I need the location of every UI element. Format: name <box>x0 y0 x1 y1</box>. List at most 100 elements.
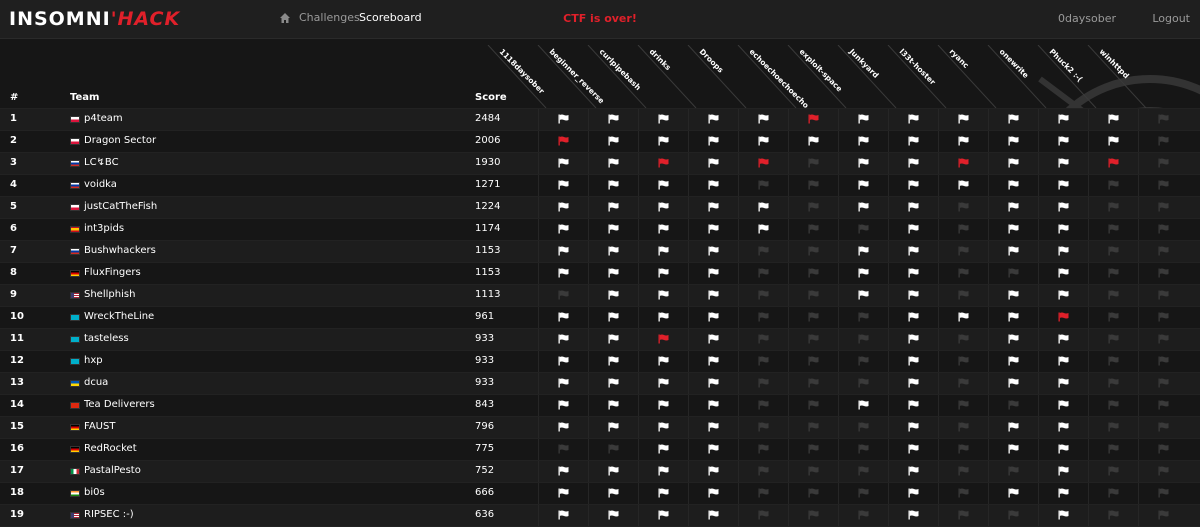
challenge-cell <box>938 483 988 504</box>
challenge-cell <box>988 109 1038 130</box>
solved-flag-icon <box>1058 180 1069 190</box>
team-name-link[interactable]: justCatTheFish <box>84 201 157 212</box>
solved-flag-icon <box>658 356 669 366</box>
unsolved-flag-icon <box>758 180 769 190</box>
team-name-link[interactable]: Bushwhackers <box>84 245 156 256</box>
insomnihack-logo[interactable]: INSOMNI 'HACK <box>9 8 180 30</box>
solved-flag-icon <box>858 114 869 124</box>
unsolved-flag-icon <box>958 444 969 454</box>
unsolved-flag-icon <box>1108 312 1119 322</box>
unsolved-flag-icon <box>1108 422 1119 432</box>
table-row: 5 justCatTheFish 1224 <box>0 196 1200 218</box>
unsolved-flag-icon <box>1108 378 1119 388</box>
team-name-link[interactable]: LC↯BC <box>84 157 119 168</box>
challenge-cell <box>688 307 738 328</box>
challenge-cell <box>738 461 788 482</box>
challenge-cell <box>988 461 1038 482</box>
unsolved-flag-icon <box>958 290 969 300</box>
logout-link[interactable]: Logout <box>1152 12 1190 25</box>
challenge-cell <box>538 153 588 174</box>
solved-flag-icon <box>658 466 669 476</box>
challenge-cell <box>788 131 838 152</box>
team-rank: 13 <box>10 377 24 388</box>
unsolved-flag-icon <box>1108 202 1119 212</box>
team-name-link[interactable]: tasteless <box>84 333 129 344</box>
challenge-cell <box>688 153 738 174</box>
nav-challenges-link[interactable]: Challenges <box>299 11 360 24</box>
team-name-link[interactable]: FluxFingers <box>84 267 141 278</box>
challenge-cell <box>788 461 838 482</box>
unsolved-flag-icon <box>808 290 819 300</box>
challenge-cell <box>688 373 738 394</box>
team-name-link[interactable]: p4team <box>84 113 123 124</box>
challenge-cell <box>1088 373 1138 394</box>
challenge-cell <box>788 175 838 196</box>
challenge-cell <box>638 219 688 240</box>
nav-scoreboard-link[interactable]: Scoreboard <box>359 11 422 24</box>
challenge-cell <box>988 373 1038 394</box>
team-score: 1153 <box>475 245 501 256</box>
challenge-cell <box>1138 417 1188 438</box>
team-name-link[interactable]: Dragon Sector <box>84 135 156 146</box>
challenge-cell <box>838 351 888 372</box>
table-row: 18 bi0s 666 <box>0 482 1200 504</box>
unsolved-flag-icon <box>1158 400 1169 410</box>
challenge-cell <box>1038 153 1088 174</box>
unsolved-flag-icon <box>958 378 969 388</box>
team-name-link[interactable]: RedRocket <box>84 443 137 454</box>
challenge-cell <box>1038 175 1088 196</box>
solved-flag-icon <box>908 136 919 146</box>
unsolved-flag-icon <box>808 202 819 212</box>
challenge-cell <box>838 241 888 262</box>
country-flag-icon <box>70 292 80 299</box>
challenge-cell <box>788 285 838 306</box>
solved-flag-icon <box>908 356 919 366</box>
solved-flag-icon <box>1008 158 1019 168</box>
challenge-cell <box>938 329 988 350</box>
challenge-header-divider <box>887 45 947 108</box>
challenge-cell <box>888 417 938 438</box>
challenge-cell <box>688 461 738 482</box>
unsolved-flag-icon <box>1108 268 1119 278</box>
solved-flag-icon <box>558 488 569 498</box>
team-name-link[interactable]: int3pids <box>84 223 124 234</box>
team-name-link[interactable]: PastalPesto <box>84 465 141 476</box>
team-name-link[interactable]: dcua <box>84 377 108 388</box>
team-name-link[interactable]: Shellphish <box>84 289 135 300</box>
challenge-cell <box>788 417 838 438</box>
solved-flag-icon <box>1058 224 1069 234</box>
table-row: 2 Dragon Sector 2006 <box>0 130 1200 152</box>
solved-flag-icon <box>658 114 669 124</box>
team-name-link[interactable]: Tea Deliverers <box>84 399 155 410</box>
team-name-link[interactable]: hxp <box>84 355 103 366</box>
challenge-cell <box>838 153 888 174</box>
unsolved-flag-icon <box>1108 180 1119 190</box>
team-name-link[interactable]: RIPSEC :-) <box>84 509 134 520</box>
unsolved-flag-icon <box>808 422 819 432</box>
solved-flag-icon <box>958 312 969 322</box>
team-rank: 7 <box>10 245 17 256</box>
home-icon[interactable] <box>279 12 291 24</box>
challenge-cell <box>638 351 688 372</box>
unsolved-flag-icon <box>808 268 819 278</box>
team-rank: 6 <box>10 223 17 234</box>
team-name-link[interactable]: FAUST <box>84 421 115 432</box>
solved-flag-icon <box>908 510 919 520</box>
first-blood-flag-icon <box>758 158 769 168</box>
team-name-link[interactable]: WreckTheLine <box>84 311 154 322</box>
current-user-link[interactable]: 0daysober <box>1058 12 1116 25</box>
challenge-cell <box>888 153 938 174</box>
solved-flag-icon <box>608 400 619 410</box>
team-name-link[interactable]: bi0s <box>84 487 105 498</box>
challenge-cell <box>588 439 638 460</box>
unsolved-flag-icon <box>808 444 819 454</box>
solved-flag-icon <box>558 158 569 168</box>
unsolved-flag-icon <box>758 290 769 300</box>
team-rank: 11 <box>10 333 24 344</box>
first-blood-flag-icon <box>1108 158 1119 168</box>
challenge-cell <box>538 175 588 196</box>
solved-flag-icon <box>658 378 669 388</box>
challenge-cell <box>538 241 588 262</box>
team-name-link[interactable]: voidka <box>84 179 117 190</box>
solved-flag-icon <box>1008 114 1019 124</box>
